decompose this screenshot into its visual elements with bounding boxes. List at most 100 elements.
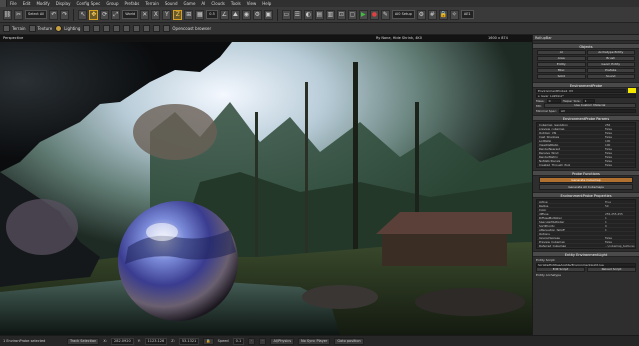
y-coordinate-field[interactable]: 1123.126 — [144, 337, 168, 345]
menu-clouds[interactable]: Clouds — [208, 0, 228, 7]
move-tool-icon[interactable]: ✥ — [89, 9, 99, 20]
perspective-viewport[interactable]: Perspective Ry None, Hide Shrink, 4K0 16… — [0, 35, 532, 335]
menu-ai[interactable]: AI — [198, 0, 208, 7]
environment-probe-sphere[interactable] — [118, 201, 238, 321]
sound-icon[interactable] — [93, 25, 101, 32]
decal-icon[interactable] — [153, 25, 161, 32]
speed-preset-1[interactable]: · — [248, 337, 256, 345]
coord-system-dropdown[interactable]: World — [122, 10, 139, 19]
probe-functions-header[interactable]: Probe Functions — [533, 170, 639, 176]
probe-name-field[interactable]: EnvironmentProbe1_03 — [536, 88, 626, 93]
menu-config-spec[interactable]: Config Spec — [73, 0, 103, 7]
vegetation-icon[interactable] — [113, 25, 121, 32]
menu-modify[interactable]: Modify — [33, 0, 52, 7]
select-tool-icon[interactable]: ↖ — [78, 9, 88, 20]
axis-x-icon[interactable]: X — [151, 9, 161, 20]
material-icon[interactable]: ◐ — [303, 9, 313, 20]
menu-group[interactable]: Group — [103, 0, 121, 7]
x-coordinate-field[interactable]: 282.0920 — [110, 337, 134, 345]
entity-script-path[interactable]: Scripts/Entities/Lights/EnvironmentLight… — [536, 262, 636, 267]
property-value[interactable]: 1 — [605, 216, 635, 220]
select-all-dropdown[interactable]: Select All — [25, 10, 48, 19]
road-icon[interactable] — [103, 25, 111, 32]
property-value[interactable]: 1 — [605, 228, 635, 232]
gear-icon[interactable]: ⚙ — [416, 9, 426, 20]
object-misc-button[interactable]: Misc — [537, 68, 586, 73]
snap-value-dropdown[interactable]: 0.5 — [206, 10, 218, 19]
database-icon[interactable]: ▥ — [325, 9, 335, 20]
angle-dropdown[interactable]: AE1 — [460, 10, 474, 19]
scale-tool-icon[interactable]: ⤢ — [111, 9, 121, 20]
menu-tools[interactable]: Tools — [228, 0, 244, 7]
redo-icon[interactable]: ↷ — [60, 9, 70, 20]
trackview-icon[interactable]: ▤ — [314, 9, 324, 20]
object-prefabs-button[interactable]: Prefabs — [586, 68, 635, 73]
object-entity-button[interactable]: Entity — [537, 62, 586, 67]
setup-dropdown[interactable]: AI0 Setup — [391, 10, 415, 19]
snap-grid-icon[interactable]: ▦ — [195, 9, 205, 20]
lock-icon[interactable]: 🔒 — [438, 9, 448, 20]
axis-lock-icon[interactable]: ✕ — [140, 9, 150, 20]
lock-icon[interactable]: 🔒 — [203, 337, 214, 345]
ai-physics-button[interactable]: AI/Physics — [270, 337, 295, 345]
snap-angle-icon[interactable]: ∠ — [219, 9, 229, 20]
edit-script-button[interactable]: Edit Script — [536, 267, 585, 272]
minspec-dropdown[interactable]: All — [559, 108, 636, 113]
object-browser-button[interactable]: Opencoast browser — [163, 25, 211, 32]
script-icon[interactable]: ✎ — [380, 9, 390, 20]
probe-props-header[interactable]: EnvironmentProbe Properties — [533, 192, 639, 198]
menu-view[interactable]: View — [244, 0, 260, 7]
property-value[interactable]: True — [605, 200, 635, 204]
area-icon[interactable] — [143, 25, 151, 32]
object-solid-button[interactable]: Solid — [537, 74, 586, 79]
menu-edit[interactable]: Edit — [20, 0, 34, 7]
property-value[interactable]: 255,255,255 — [605, 212, 635, 216]
object-archetype-button[interactable]: Archetype Entity — [586, 50, 635, 55]
flowgraph-icon[interactable]: ⊡ — [336, 9, 346, 20]
object-brush-button[interactable]: Brush — [586, 56, 635, 61]
play-icon[interactable]: ▶ — [358, 9, 368, 20]
generate-all-cubemaps-button[interactable]: Generate All Cubemaps — [539, 184, 633, 190]
reload-script-button[interactable]: Reload Script — [587, 267, 636, 272]
property-row[interactable]: Deferred_Cubemap ...\cubemap_textures — [537, 244, 635, 248]
layer-field[interactable]: s_layer_Lighting* — [536, 93, 636, 98]
select-link-icon[interactable]: ⛓ — [3, 9, 12, 20]
object-ai-button[interactable]: AI — [537, 50, 586, 55]
record-icon[interactable]: ● — [369, 9, 379, 20]
menu-game[interactable]: Game — [181, 0, 199, 7]
lighting-mode-button[interactable]: Lighting — [55, 25, 80, 32]
menu-prefabs[interactable]: Prefabs — [122, 0, 143, 7]
speed-preset-2[interactable]: · — [259, 337, 267, 345]
navigation-icon[interactable] — [83, 25, 91, 32]
z-coordinate-field[interactable]: 53.1321 — [178, 337, 200, 345]
console-icon[interactable]: ▢ — [347, 9, 357, 20]
menu-display[interactable]: Display — [53, 0, 74, 7]
property-value[interactable]: False — [605, 163, 635, 167]
undo-icon[interactable]: ↶ — [49, 9, 59, 20]
cloud-icon[interactable] — [133, 25, 141, 32]
shape-icon[interactable] — [123, 25, 131, 32]
probe-color-swatch[interactable] — [628, 88, 636, 93]
params-section-header[interactable]: EnvironmentProbe Params — [533, 115, 639, 121]
property-value[interactable]: 1 — [605, 220, 635, 224]
terrain-snap-icon[interactable]: ⛰ — [230, 9, 240, 20]
property-value[interactable]: 50 — [605, 204, 635, 208]
axis-z-icon[interactable]: Z — [173, 9, 183, 20]
menu-file[interactable]: File — [7, 0, 20, 7]
object-geom-entity-button[interactable]: Geom Entity — [586, 62, 635, 67]
no-sync-player-button[interactable]: No Sync Player — [298, 337, 331, 345]
unlink-icon[interactable]: ✂ — [14, 9, 23, 20]
use-custom-material-button[interactable]: Use Custom Material — [543, 103, 636, 108]
menu-sound[interactable]: Sound — [162, 0, 181, 7]
folder-icon[interactable]: ▭ — [281, 9, 291, 20]
grid-icon[interactable]: # — [427, 9, 437, 20]
rotate-tool-icon[interactable]: ⟳ — [100, 9, 110, 20]
physics-icon[interactable]: ⚙ — [252, 9, 262, 20]
camera-icon[interactable]: ◉ — [241, 9, 251, 20]
goto-position-button[interactable]: Goto position — [334, 337, 364, 345]
object-sound-button[interactable]: Sound — [586, 74, 635, 79]
viewport-display-options[interactable]: Ry None, Hide Shrink, 4K0 — [376, 35, 422, 42]
helper-size-field[interactable]: 1 — [582, 98, 595, 103]
texture-mode-button[interactable]: Texture — [28, 25, 52, 32]
property-value[interactable]: 0 — [605, 224, 635, 228]
